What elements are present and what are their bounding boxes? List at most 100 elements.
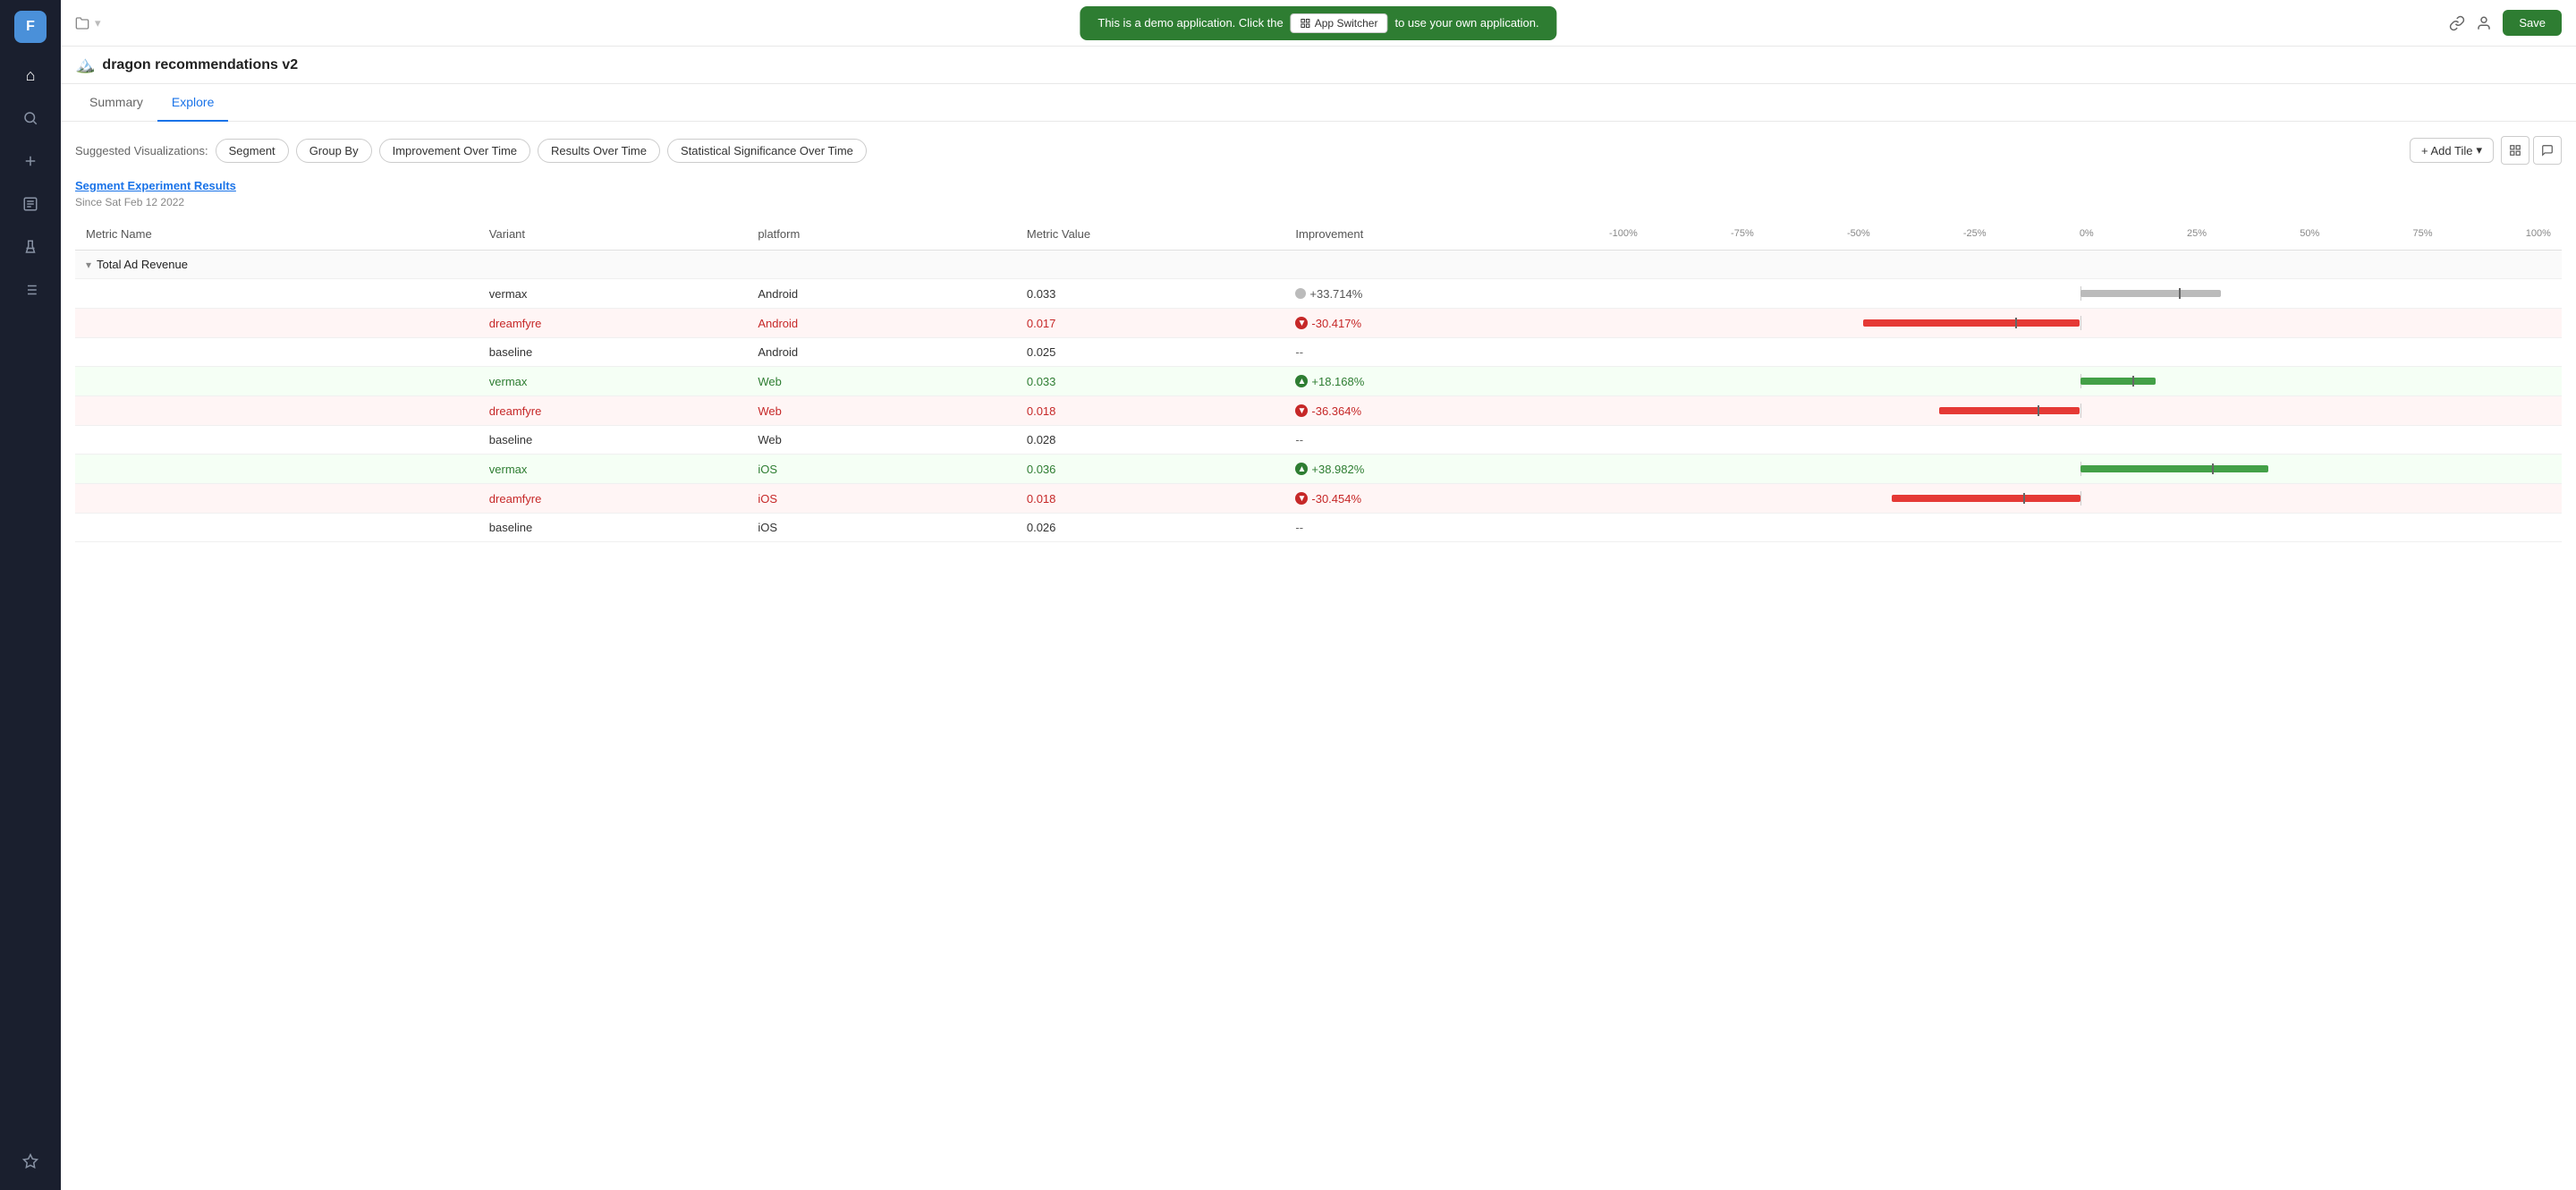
sidebar-item-add[interactable] [13,143,48,179]
grid-view-button[interactable] [2501,136,2529,165]
metric-name-cell [75,455,479,484]
tab-explore[interactable]: Explore [157,84,228,122]
chart-cell [1598,309,2562,338]
improvement-cell: ▼-30.454% [1284,484,1598,514]
demo-banner: This is a demo application. Click the Ap… [1080,6,1556,40]
chart-cell [1598,338,2562,367]
topbar-left: ▾ [75,16,101,30]
metric-value-cell: 0.036 [1016,455,1285,484]
main-content: ▾ This is a demo application. Click the … [61,0,2576,1190]
viz-chip-improvement-over-time[interactable]: Improvement Over Time [379,139,530,163]
bar [1939,407,2080,414]
platform-cell: Android [747,279,1016,309]
tab-summary[interactable]: Summary [75,84,157,122]
improvement-bar [1609,316,2551,330]
col-header-improvement: Improvement [1284,217,1598,251]
variant-cell: dreamfyre [479,309,748,338]
improvement-value: ▼-36.364% [1295,404,1588,418]
platform-cell: Web [747,367,1016,396]
metric-name-cell [75,426,479,455]
table-row: vermax iOS 0.036 ▲+38.982% [75,455,2562,484]
error-marker [2212,463,2214,474]
sidebar-item-list[interactable] [13,272,48,308]
zero-line [2080,316,2081,330]
variant-cell: dreamfyre [479,484,748,514]
error-marker [2179,288,2181,299]
sidebar-item-flask[interactable] [13,229,48,265]
table-row: baseline Android 0.025 -- [75,338,2562,367]
save-button[interactable]: Save [2503,10,2562,36]
improvement-value: ▼-30.417% [1295,317,1588,330]
bar [2080,378,2156,385]
col-header-chart: -100% -75% -50% -25% 0% 25% 50% 75% 100% [1598,217,2562,251]
table-row: dreamfyre iOS 0.018 ▼-30.454% [75,484,2562,514]
app-logo[interactable]: F [14,11,47,43]
bar [1863,319,2080,327]
improvement-value: +33.714% [1295,287,1588,301]
improvement-value: ▼-30.454% [1295,492,1588,506]
table-row: dreamfyre Android 0.017 ▼-30.417% [75,309,2562,338]
section-title[interactable]: Segment Experiment Results [75,179,2562,192]
chart-cell [1598,514,2562,542]
improvement-cell: ▲+18.168% [1284,367,1598,396]
bar [2080,290,2222,297]
platform-cell: Web [747,396,1016,426]
tab-bar: Summary Explore [61,84,2576,122]
improvement-cell: ▼-36.364% [1284,396,1598,426]
expand-icon[interactable]: ▾ [86,259,91,271]
chart-cell [1598,396,2562,426]
chart-cell [1598,279,2562,309]
variant-cell: dreamfyre [479,396,748,426]
metric-value-cell: 0.025 [1016,338,1285,367]
table-row: baseline iOS 0.026 -- [75,514,2562,542]
viz-chip-results-over-time[interactable]: Results Over Time [538,139,660,163]
app-title: dragon recommendations v2 [102,57,298,73]
folder-icon [75,16,89,30]
improvement-cell: ▼-30.417% [1284,309,1598,338]
sidebar-item-search[interactable] [13,100,48,136]
error-marker [2023,493,2025,504]
metric-name-cell [75,338,479,367]
table-row: baseline Web 0.028 -- [75,426,2562,455]
improvement-value: -- [1295,433,1303,446]
sidebar: F ⌂ [0,0,61,1190]
view-toggle [2501,136,2562,165]
metric-value-cell: 0.017 [1016,309,1285,338]
metric-name-cell [75,279,479,309]
col-header-metric-value: Metric Value [1016,217,1285,251]
viz-chip-statistical-significance[interactable]: Statistical Significance Over Time [667,139,867,163]
improvement-value: ▲+18.168% [1295,375,1588,388]
variant-cell: baseline [479,514,748,542]
chat-view-button[interactable] [2533,136,2562,165]
app-switcher-button[interactable]: App Switcher [1291,13,1388,33]
metric-name-cell [75,309,479,338]
app-title-bar: 🏔️ dragon recommendations v2 [61,47,2576,84]
improvement-cell: ▲+38.982% [1284,455,1598,484]
platform-cell: Web [747,426,1016,455]
viz-chip-group-by[interactable]: Group By [296,139,372,163]
down-icon: ▼ [1295,492,1308,505]
metric-value-cell: 0.018 [1016,484,1285,514]
chart-cell [1598,484,2562,514]
viz-chip-segment[interactable]: Segment [216,139,289,163]
metric-value-cell: 0.033 [1016,367,1285,396]
down-icon: ▼ [1295,317,1308,329]
link-icon[interactable] [2449,15,2465,31]
add-tile-button[interactable]: + Add Tile ▾ [2410,138,2494,163]
metric-name: Total Ad Revenue [97,258,188,271]
topbar-right: Save [2449,10,2562,36]
sidebar-item-settings[interactable] [13,1143,48,1179]
sidebar-item-home[interactable]: ⌂ [13,57,48,93]
platform-cell: iOS [747,514,1016,542]
improvement-value: ▲+38.982% [1295,463,1588,476]
error-marker [2015,318,2017,328]
variant-cell: vermax [479,367,748,396]
improvement-value: -- [1295,521,1303,534]
suggested-label: Suggested Visualizations: [75,144,208,157]
up-icon: ▲ [1295,375,1308,387]
user-icon[interactable] [2476,15,2492,31]
zero-line [2080,491,2081,506]
sidebar-item-documents[interactable] [13,186,48,222]
metric-value-cell: 0.028 [1016,426,1285,455]
improvement-cell: -- [1284,426,1598,455]
